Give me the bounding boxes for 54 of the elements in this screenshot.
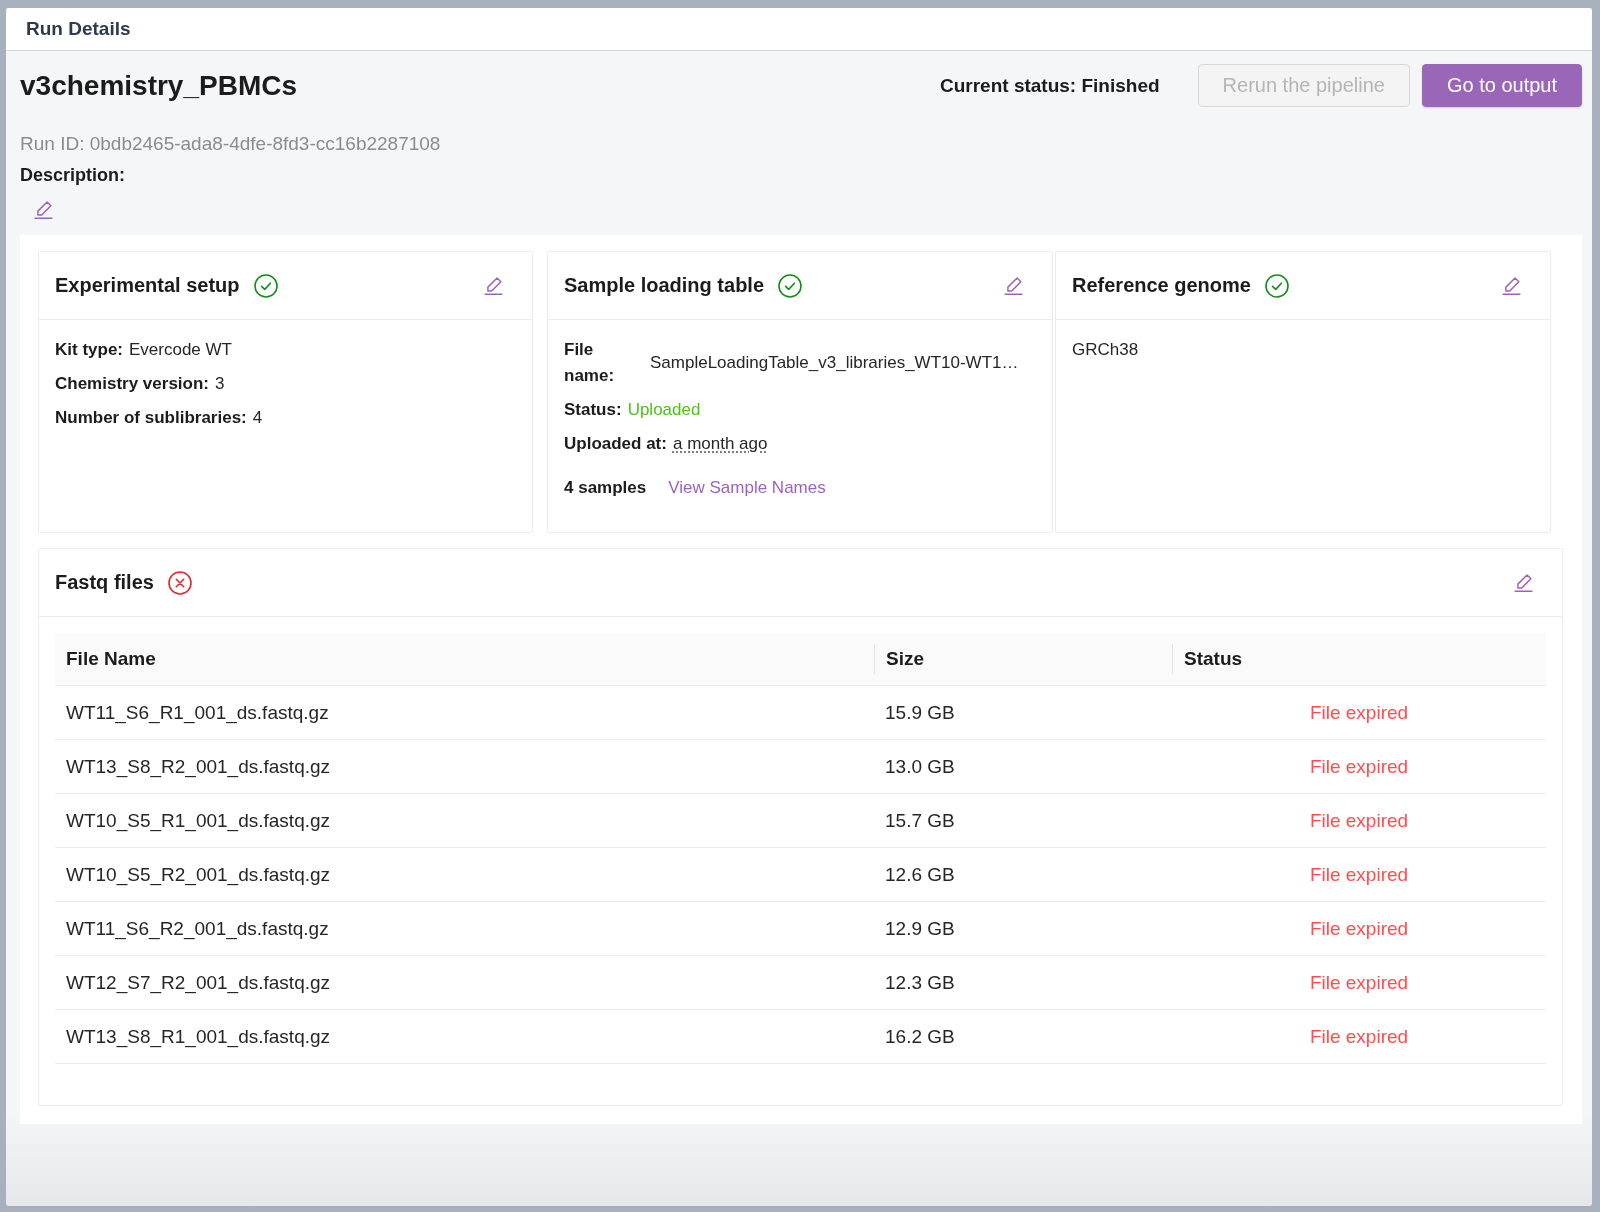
run-title: v3chemistry_PBMCs <box>20 69 298 102</box>
go-to-output-button[interactable]: Go to output <box>1421 64 1582 107</box>
file-name: WT11_S6_R1_001_ds.fastq.gz <box>66 701 329 724</box>
file-status: File expired <box>1309 863 1409 886</box>
file-status: File expired <box>1309 701 1409 724</box>
upload-time: a month ago <box>672 433 768 455</box>
run-id: Run ID: 0bdb2465-ada8-4dfe-8fd3-cc16b2287108 <box>20 132 441 156</box>
file-name: SampleLoadingTable_v3_libraries_WT10-WT1… <box>650 352 1019 374</box>
file-size: 12.6 GB <box>885 863 955 886</box>
run-status: Current status: Finished <box>940 74 1160 97</box>
file-name: WT10_S5_R2_001_ds.fastq.gz <box>66 863 331 886</box>
file-name: WT12_S7_R2_001_ds.fastq.gz <box>66 971 331 994</box>
file-status: File expired <box>1309 971 1409 994</box>
field-value: 4 <box>252 407 263 429</box>
card-title: Reference genome <box>1072 274 1251 297</box>
field-label: Kit type: <box>55 339 123 361</box>
field-label: Chemistry version: <box>55 373 209 395</box>
file-size: 15.7 GB <box>885 809 955 832</box>
pencil-icon[interactable] <box>484 276 503 295</box>
view-sample-names-link[interactable]: View Sample Names <box>668 475 826 501</box>
file-size: 12.9 GB <box>885 917 955 940</box>
pencil-icon[interactable] <box>34 201 53 219</box>
genome-name: GRCh38 <box>1072 339 1139 361</box>
file-size: 12.3 GB <box>885 971 955 994</box>
description-label: Description: <box>20 164 125 187</box>
window-title: Run Details <box>26 18 131 40</box>
card-title: Fastq files <box>55 571 154 594</box>
file-status: File expired <box>1309 1025 1409 1048</box>
file-name: WT10_S5_R1_001_ds.fastq.gz <box>66 809 331 832</box>
file-name: WT13_S8_R1_001_ds.fastq.gz <box>66 1025 331 1048</box>
column-header: Size <box>886 648 925 670</box>
file-status: File expired <box>1309 755 1409 778</box>
file-size: 15.9 GB <box>885 701 955 724</box>
field-label: File name: <box>564 339 616 387</box>
file-status: File expired <box>1309 809 1409 832</box>
file-size: 16.2 GB <box>885 1025 955 1048</box>
pencil-icon[interactable] <box>1514 573 1533 592</box>
card-title: Sample loading table <box>564 274 765 297</box>
pencil-icon[interactable] <box>1502 276 1521 295</box>
column-header: Status <box>1184 648 1243 670</box>
field-value: 3 <box>215 373 225 395</box>
field-label: Uploaded at: <box>564 433 667 455</box>
file-status: File expired <box>1309 917 1409 940</box>
column-header: File Name <box>66 648 156 670</box>
card-title: Experimental setup <box>55 274 240 297</box>
sample-count: 4 samples <box>564 477 647 499</box>
field-label: Number of sublibraries: <box>55 407 247 429</box>
pencil-icon[interactable] <box>1004 276 1023 295</box>
field-value: Evercode WT <box>129 339 232 361</box>
file-name: WT13_S8_R2_001_ds.fastq.gz <box>66 755 331 778</box>
file-name: WT11_S6_R2_001_ds.fastq.gz <box>66 917 329 940</box>
upload-status: Uploaded <box>627 399 701 421</box>
file-size: 13.0 GB <box>885 755 955 778</box>
field-label: Status: <box>564 399 622 421</box>
